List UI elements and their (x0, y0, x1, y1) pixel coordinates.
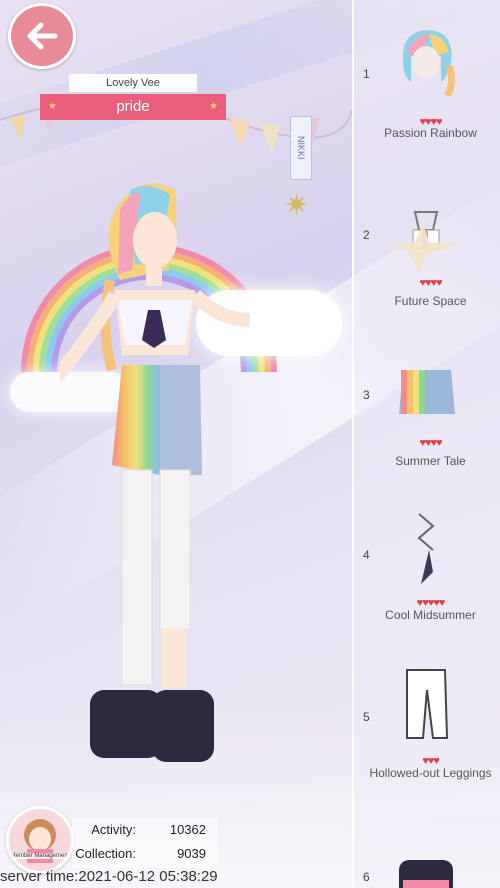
back-arrow-icon (27, 22, 58, 50)
item-name: Future Space (394, 294, 467, 308)
leggings-icon (406, 669, 449, 739)
necklace-icon (417, 513, 435, 584)
nikki-sign-text: NIKKI (296, 136, 306, 160)
item-list-panel[interactable]: 1 ♥♥♥♥ Passion Rainbow 2 ♥♥♥♥ Future Spa… (352, 0, 500, 888)
collection-label: Collection: (75, 846, 136, 861)
avatar-portrait-icon (24, 819, 56, 863)
stats-panel: Activity: 10362 Collection: 9039 (72, 818, 218, 868)
item-name: Passion Rainbow (384, 126, 477, 140)
item-name: Summer Tale (395, 454, 466, 468)
rating-hearts: ♥♥♥♥ (419, 277, 442, 289)
player-name: Lovely Vee (69, 74, 197, 92)
item-name: Hollowed-out Leggings (369, 766, 492, 780)
item-name: Cool Midsummer (385, 608, 476, 622)
item-index: 5 (363, 710, 370, 724)
game-screen: NIKKI ✷ Lovely Vee ★ pride ★ 1 ♥♥♥♥ Pass… (0, 0, 500, 888)
nikki-sign: NIKKI (290, 116, 312, 180)
collection-value: 9039 (177, 846, 206, 861)
character-doll (60, 183, 251, 762)
outfit-title: pride (40, 94, 226, 120)
rating-hearts: ♥♥♥♥ (419, 437, 442, 449)
activity-label: Activity: (91, 822, 136, 837)
item-index: 6 (363, 870, 370, 884)
item-index: 2 (363, 228, 370, 242)
item-index: 4 (363, 548, 370, 562)
skirt-icon (399, 370, 455, 414)
back-button[interactable] (8, 3, 76, 69)
item-index: 3 (363, 388, 370, 402)
member-management-avatar[interactable]: Member Management (6, 806, 74, 874)
shoes-icon (399, 860, 453, 888)
activity-value: 10362 (169, 822, 206, 837)
member-management-label: Member Management (9, 853, 71, 859)
hair-icon (402, 30, 456, 96)
server-time: server time:2021-06-12 05:38:29 (0, 868, 218, 885)
top-icon (391, 211, 459, 274)
item-index: 1 (363, 67, 370, 81)
outfit-nameplate: Lovely Vee pride (40, 74, 226, 120)
